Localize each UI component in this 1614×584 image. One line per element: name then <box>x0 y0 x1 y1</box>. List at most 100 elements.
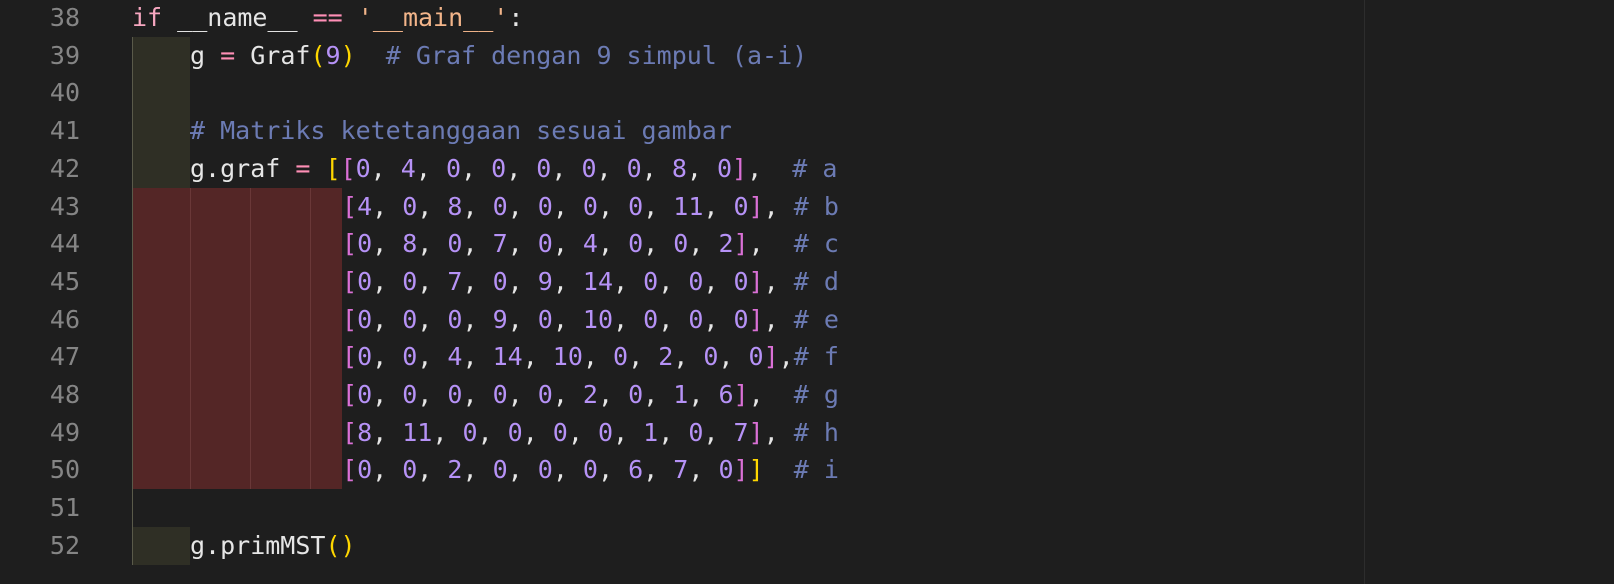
code-token: 8 <box>671 153 687 183</box>
code-line[interactable]: 50 [0, 0, 2, 0, 0, 0, 6, 7, 0]] # i <box>0 451 1614 490</box>
code-token: 14 <box>492 342 523 372</box>
indent-guide <box>190 376 191 414</box>
indent-guide <box>250 451 251 490</box>
code-line[interactable]: 51 <box>0 489 1614 528</box>
code-token: 0 <box>582 191 598 221</box>
code-token: 0 <box>462 417 478 447</box>
code-token: ] <box>748 455 764 485</box>
code-text[interactable]: g.primMST() <box>190 527 356 565</box>
code-token: , <box>688 229 719 259</box>
code-text[interactable]: [0, 0, 4, 14, 10, 0, 2, 0, 0],# f <box>342 338 839 376</box>
code-token: [ <box>342 191 358 221</box>
indent-guide <box>132 187 133 226</box>
code-token: 0 <box>447 229 463 259</box>
code-token: 7 <box>492 229 508 259</box>
code-token: 7 <box>673 455 689 485</box>
code-token: 0 <box>492 191 508 221</box>
code-text[interactable]: # Matriks ketetanggaan sesuai gambar <box>190 112 732 150</box>
code-token: 0 <box>597 417 614 447</box>
indent-guide <box>132 489 133 528</box>
code-editor[interactable]: 38 if __name__ == '__main__': 39 g = Graf(9… <box>0 0 1614 584</box>
code-token: # a <box>792 153 838 183</box>
code-line[interactable]: 38 if __name__ == '__main__': <box>0 0 1614 37</box>
code-text[interactable]: [0, 0, 2, 0, 0, 0, 6, 7, 0]] # i <box>342 451 839 489</box>
indent-guide <box>310 413 311 452</box>
code-line[interactable]: 41 # Matriks ketetanggaan sesuai gambar <box>0 112 1614 151</box>
code-token: 9 <box>325 40 341 70</box>
code-token: , <box>597 380 629 409</box>
code-line[interactable]: 42 g.graf = [[0, 4, 0, 0, 0, 0, 0, 8, 0],… <box>0 149 1614 188</box>
code-token: ] <box>733 455 749 485</box>
code-token: [ <box>325 153 341 183</box>
line-number: 51 <box>49 493 80 523</box>
indent-guide <box>190 338 191 377</box>
code-line[interactable]: 39 g = Graf(9) # Graf dengan 9 simpul (a-… <box>0 36 1614 75</box>
code-token: 0 <box>492 266 508 296</box>
code-text[interactable]: if __name__ == '__main__': <box>132 0 523 37</box>
code-line[interactable]: 52 g.primMST() <box>0 526 1614 565</box>
indent-guide <box>132 149 133 188</box>
code-token: , <box>507 455 538 485</box>
code-token: # f <box>793 342 839 372</box>
code-token: , <box>462 191 493 221</box>
indent-guide <box>132 225 133 264</box>
code-token: 1 <box>673 380 689 409</box>
code-token: g.graf <box>190 153 296 183</box>
code-token: 0 <box>613 342 629 372</box>
code-line[interactable]: 46 [0, 0, 0, 9, 0, 10, 0, 0, 0], # e <box>0 300 1614 339</box>
code-token: 0 <box>402 380 418 409</box>
indent-guide <box>310 262 311 301</box>
indent-highlight <box>132 526 190 565</box>
code-line[interactable]: 49 [8, 11, 0, 0, 0, 0, 1, 0, 7], # h <box>0 413 1614 452</box>
code-token: , <box>747 153 793 183</box>
indent-guide <box>310 187 311 226</box>
code-token: 2 <box>447 455 463 485</box>
code-line[interactable]: 48 [0, 0, 0, 0, 0, 2, 0, 1, 6], # g <box>0 376 1614 414</box>
code-token: 4 <box>447 342 463 372</box>
indent-guide <box>132 74 133 113</box>
code-token: , <box>462 342 493 372</box>
code-token: , <box>552 304 583 334</box>
code-token: # g <box>793 380 839 409</box>
code-line[interactable]: 43 [4, 0, 8, 0, 0, 0, 0, 11, 0], # b <box>0 187 1614 226</box>
code-text[interactable]: [0, 0, 0, 9, 0, 10, 0, 0, 0], # e <box>342 301 839 339</box>
indent-guide <box>250 338 251 377</box>
code-token: Graf <box>235 40 311 70</box>
code-text[interactable]: g.graf = [[0, 4, 0, 0, 0, 0, 0, 8, 0], #… <box>190 150 837 188</box>
code-token: ) <box>340 40 356 70</box>
code-token: [ <box>342 266 358 296</box>
code-token: , <box>748 380 794 409</box>
indent-guide <box>190 225 191 264</box>
code-token: , <box>703 191 734 221</box>
code-token: 0 <box>733 266 749 296</box>
code-text[interactable]: [0, 8, 0, 7, 0, 4, 0, 0, 2], # c <box>342 225 839 263</box>
indent-guide <box>132 338 133 377</box>
code-token: , <box>551 153 582 183</box>
code-line[interactable]: 47 [0, 0, 4, 14, 10, 0, 2, 0, 0],# f <box>0 338 1614 377</box>
code-token: , <box>613 304 644 334</box>
indent-guide <box>132 262 133 301</box>
code-line[interactable]: 45 [0, 0, 7, 0, 9, 14, 0, 0, 0], # d <box>0 262 1614 301</box>
code-line[interactable]: 40 <box>0 74 1614 113</box>
code-text[interactable]: [8, 11, 0, 0, 0, 0, 1, 0, 7], # h <box>342 414 839 452</box>
code-line[interactable]: 44 [0, 8, 0, 7, 0, 4, 0, 0, 2], # c <box>0 225 1614 264</box>
code-token: , <box>462 304 493 334</box>
code-token: # i <box>793 455 839 485</box>
code-token: 0 <box>357 380 373 409</box>
line-number: 39 <box>49 40 80 70</box>
code-token: , <box>462 455 493 485</box>
indent-guide <box>310 451 311 490</box>
line-number: 40 <box>49 78 80 108</box>
line-number: 46 <box>49 304 80 334</box>
code-text[interactable]: [0, 0, 7, 0, 9, 14, 0, 0, 0], # d <box>342 263 839 301</box>
code-token: 0 <box>581 153 597 183</box>
code-token: ( <box>325 530 341 560</box>
code-text[interactable]: g = Graf(9) # Graf dengan 9 simpul (a-i) <box>190 37 807 75</box>
code-text[interactable]: [0, 0, 0, 0, 0, 2, 0, 1, 6], # g <box>342 376 839 414</box>
indent-guide <box>250 376 251 414</box>
code-token: , <box>372 191 403 221</box>
code-token: 7 <box>447 266 463 296</box>
code-text[interactable]: [4, 0, 8, 0, 0, 0, 0, 11, 0], # b <box>342 188 839 226</box>
code-token: , <box>613 266 644 296</box>
